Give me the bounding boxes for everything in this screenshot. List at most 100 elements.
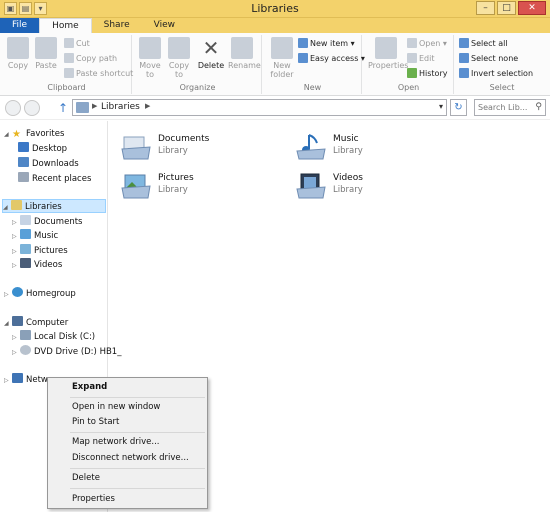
libraries-address-icon (76, 102, 89, 113)
desktop-icon (18, 142, 29, 152)
close-button[interactable]: ✕ (518, 1, 546, 15)
menu-map-network-drive[interactable]: Map network drive... (72, 436, 159, 449)
breadcrumb-chevron-icon[interactable]: ▶ (92, 102, 97, 110)
nav-videos[interactable]: ▷ Videos (12, 258, 62, 272)
context-menu: Expand Open in new window Pin to Start M… (47, 377, 208, 509)
nav-documents[interactable]: ▷ Documents (12, 215, 82, 229)
tab-share[interactable]: Share (92, 18, 142, 33)
collapsed-arrow-icon[interactable]: ▷ (12, 245, 20, 259)
collapsed-arrow-icon[interactable]: ▷ (12, 331, 20, 345)
new-group: New folder New item ▾ Easy access ▾ New (264, 35, 365, 94)
properties-button[interactable]: Properties (368, 37, 408, 70)
open-icon (407, 38, 417, 48)
forward-button[interactable] (24, 100, 40, 116)
tab-file[interactable]: File (0, 18, 40, 33)
select-all-button[interactable]: Select all (459, 38, 508, 50)
ribbon-tabs: File Home Share View (0, 18, 550, 33)
nav-favorites[interactable]: ◢ ★ Favorites (4, 127, 64, 141)
libraries-icon (11, 200, 22, 210)
refresh-icon[interactable]: ↻ (450, 99, 467, 116)
nav-network[interactable]: ▷ Netwo (4, 373, 53, 387)
expanded-arrow-icon[interactable]: ◢ (4, 317, 12, 331)
expanded-arrow-icon[interactable]: ◢ (3, 201, 11, 215)
edit-button[interactable]: Edit (407, 53, 435, 65)
tab-home[interactable]: Home (39, 18, 92, 33)
documents-library-icon (120, 133, 152, 161)
star-icon: ★ (12, 129, 21, 140)
properties-icon (375, 37, 397, 59)
pictures-library-icon (120, 172, 152, 200)
search-input[interactable]: Search Lib... ⚲ (474, 99, 546, 116)
move-to-icon (139, 37, 161, 59)
copy-to-button[interactable]: Copy to (165, 37, 193, 79)
select-label: Select (489, 83, 515, 92)
delete-x-icon: ✕ (202, 36, 220, 60)
menu-delete[interactable]: Delete (72, 472, 100, 485)
rename-button[interactable]: Rename (228, 37, 261, 70)
collapsed-arrow-icon[interactable]: ▷ (12, 216, 20, 230)
address-dropdown-icon[interactable]: ▾ (439, 102, 443, 111)
new-item-button[interactable]: New item ▾ (298, 38, 355, 50)
nav-dvd-drive[interactable]: ▷ DVD Drive (D:) HB1_ (12, 345, 121, 359)
expanded-arrow-icon[interactable]: ◢ (4, 128, 12, 142)
up-arrow-icon[interactable]: ↑ (58, 101, 70, 115)
invert-selection-button[interactable]: Invert selection (459, 68, 533, 80)
copy-button[interactable]: Copy (4, 37, 32, 70)
easy-access-button[interactable]: Easy access ▾ (298, 53, 365, 65)
select-group: Select all Select none Invert selection … (456, 35, 548, 94)
nav-recent-places[interactable]: Recent places (18, 172, 91, 186)
collapsed-arrow-icon[interactable]: ▷ (12, 346, 20, 360)
nav-homegroup[interactable]: ▷ Homegroup (4, 287, 76, 301)
collapsed-arrow-icon[interactable]: ▷ (4, 374, 12, 388)
nav-pictures[interactable]: ▷ Pictures (12, 244, 68, 258)
new-folder-icon (271, 37, 293, 59)
tab-view[interactable]: View (142, 18, 187, 33)
nav-desktop[interactable]: Desktop (18, 142, 67, 156)
collapsed-arrow-icon[interactable]: ▷ (12, 259, 20, 273)
copy-path-button[interactable]: Copy path (64, 53, 117, 65)
address-row: ↑ ▶ Libraries ▶ ▾ ↻ Search Lib... ⚲ (0, 96, 550, 120)
nav-computer[interactable]: ◢ Computer (4, 316, 68, 330)
title-bar: ▣ ▤ ▾ Libraries – □ ✕ (0, 0, 550, 18)
menu-expand[interactable]: Expand (72, 381, 107, 394)
downloads-icon (18, 157, 29, 167)
paste-shortcut-button[interactable]: Paste shortcut (64, 68, 133, 80)
delete-button[interactable]: ✕ Delete (197, 37, 225, 70)
back-button[interactable] (5, 100, 21, 116)
move-to-button[interactable]: Move to (136, 37, 164, 79)
nav-downloads[interactable]: Downloads (18, 157, 79, 171)
paste-button[interactable]: Paste (32, 37, 60, 70)
menu-separator (70, 397, 205, 398)
menu-separator (70, 468, 205, 469)
menu-disconnect-network-drive[interactable]: Disconnect network drive... (72, 452, 189, 465)
paste-icon (35, 37, 57, 59)
recent-places-icon (18, 172, 29, 182)
nav-local-disk[interactable]: ▷ Local Disk (C:) (12, 330, 95, 344)
new-label: New (303, 83, 322, 92)
collapsed-arrow-icon[interactable]: ▷ (4, 288, 12, 302)
music-icon (20, 229, 31, 239)
minimize-button[interactable]: – (476, 1, 495, 15)
menu-pin-to-start[interactable]: Pin to Start (72, 416, 119, 429)
menu-open-new-window[interactable]: Open in new window (72, 401, 160, 414)
maximize-button[interactable]: □ (497, 1, 516, 15)
clipboard-label: Clipboard (47, 83, 86, 92)
collapsed-arrow-icon[interactable]: ▷ (12, 230, 20, 244)
menu-properties[interactable]: Properties (72, 493, 115, 506)
rename-icon (231, 37, 253, 59)
new-folder-button[interactable]: New folder (268, 37, 296, 79)
window-controls: – □ ✕ (476, 1, 546, 15)
address-bar[interactable]: ▶ Libraries ▶ ▾ (72, 99, 447, 116)
copy-to-icon (168, 37, 190, 59)
nav-libraries[interactable]: ◢ Libraries (2, 199, 106, 213)
breadcrumb-libraries[interactable]: Libraries (101, 102, 140, 112)
open-button[interactable]: Open ▾ (407, 38, 447, 50)
edit-icon (407, 53, 417, 63)
new-item-icon (298, 38, 308, 48)
select-none-button[interactable]: Select none (459, 53, 518, 65)
cut-button[interactable]: Cut (64, 38, 90, 50)
breadcrumb-chevron-icon[interactable]: ▶ (145, 102, 150, 110)
history-button[interactable]: History (407, 68, 447, 80)
nav-music[interactable]: ▷ Music (12, 229, 58, 243)
organize-label: Organize (179, 83, 216, 92)
